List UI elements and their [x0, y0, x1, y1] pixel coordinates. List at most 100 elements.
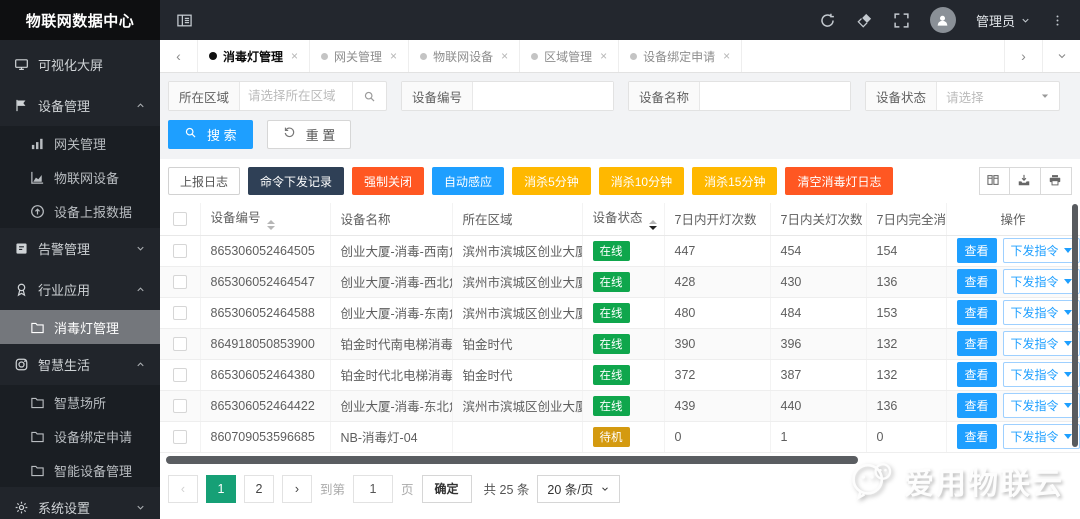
send-command-button[interactable]: 下发指令: [1002, 238, 1079, 263]
area-search-icon[interactable]: [352, 82, 386, 110]
horizontal-scrollbar-thumb[interactable]: [166, 455, 858, 464]
columns-tool-button[interactable]: [979, 167, 1010, 195]
sidebar-item-industry-app[interactable]: 行业应用: [0, 269, 160, 310]
sidebar-item-alarm-mgmt[interactable]: 告警管理: [0, 228, 160, 269]
kebab-icon[interactable]: [1051, 12, 1064, 29]
send-command-button[interactable]: 下发指令: [1002, 424, 1079, 449]
close-icon[interactable]: ×: [390, 49, 397, 63]
send-command-button[interactable]: 下发指令: [1002, 269, 1079, 294]
tab-uv-lamp-mgmt[interactable]: 消毒灯管理 ×: [198, 40, 311, 72]
user-menu[interactable]: 管理员: [976, 11, 1031, 30]
select-all-checkbox[interactable]: [172, 212, 187, 227]
send-command-button[interactable]: 下发指令: [1002, 393, 1079, 418]
clean-icon[interactable]: [856, 12, 873, 29]
sterilize-15min-button[interactable]: 消杀15分钟: [692, 167, 778, 195]
collapse-sidebar-icon[interactable]: [176, 12, 193, 29]
caret-down-icon: [1040, 91, 1050, 101]
send-command-button[interactable]: 下发指令: [1002, 362, 1079, 387]
sidebar-item-smart-place[interactable]: 智慧场所: [0, 385, 160, 419]
view-button[interactable]: 查看: [956, 269, 997, 294]
page-size-select[interactable]: 20 条/页: [537, 474, 621, 503]
cell-full-count: 153: [866, 297, 947, 329]
goto-page-input[interactable]: [353, 474, 394, 503]
sidebar-item-gateway-mgmt[interactable]: 网关管理: [0, 126, 160, 160]
tab-gateway-mgmt[interactable]: 网关管理 ×: [310, 40, 410, 72]
sort-icon[interactable]: [648, 220, 657, 231]
force-close-button[interactable]: 强制关闭: [352, 167, 425, 195]
sidebar-item-uv-lamp-mgmt[interactable]: 消毒灯管理: [0, 310, 160, 344]
tab-device-bind-apply[interactable]: 设备绑定申请 ×: [619, 40, 743, 72]
column-header-2: 所在区域: [452, 203, 583, 236]
view-button[interactable]: 查看: [956, 238, 997, 263]
tabs-scroll-left-icon[interactable]: ‹: [160, 40, 198, 72]
refresh-icon[interactable]: [819, 12, 836, 29]
view-button[interactable]: 查看: [956, 393, 997, 418]
cell-device-name: 铂金时代北电梯消毒灯: [330, 359, 453, 391]
view-button[interactable]: 查看: [956, 300, 997, 325]
report-log-button[interactable]: 上报日志: [168, 167, 241, 195]
close-icon[interactable]: ×: [723, 49, 730, 63]
vertical-scrollbar-thumb[interactable]: [1072, 204, 1078, 447]
sidebar-item-smart-device-mgmt[interactable]: 智能设备管理: [0, 453, 160, 487]
device-no-input[interactable]: [473, 82, 614, 110]
print-tool-button[interactable]: [1041, 167, 1072, 195]
search-button[interactable]: 搜 索: [168, 120, 253, 149]
view-button[interactable]: 查看: [956, 362, 997, 387]
tab-iot-device[interactable]: 物联网设备 ×: [409, 40, 521, 72]
device-name-input[interactable]: [700, 82, 851, 110]
search-button-label: 搜 索: [207, 128, 237, 143]
row-checkbox[interactable]: [172, 305, 187, 320]
goto-confirm-button[interactable]: 确定: [421, 474, 472, 503]
reset-button[interactable]: 重 置: [266, 120, 352, 149]
row-checkbox[interactable]: [172, 243, 187, 258]
auto-sense-button[interactable]: 自动感应: [432, 167, 505, 195]
sterilize-5min-button[interactable]: 消杀5分钟: [512, 167, 591, 195]
row-checkbox[interactable]: [172, 398, 187, 413]
export-tool-button[interactable]: [1010, 167, 1041, 195]
send-command-button[interactable]: 下发指令: [1002, 331, 1079, 356]
tab-area-mgmt[interactable]: 区域管理 ×: [520, 40, 620, 72]
next-page-button[interactable]: ›: [282, 474, 312, 503]
sidebar-item-device-mgmt[interactable]: 设备管理: [0, 85, 160, 126]
sidebar-item-device-report-data[interactable]: 设备上报数据: [0, 194, 160, 228]
select-all-checkbox-cell: [160, 203, 201, 236]
close-icon[interactable]: ×: [600, 49, 607, 63]
total-count-label: 共 25 条: [483, 483, 530, 497]
sidebar-item-system-settings[interactable]: 系统设置: [0, 487, 160, 519]
column-header-3[interactable]: 设备状态: [582, 203, 665, 236]
tabs-scroll-right-icon[interactable]: ›: [1004, 40, 1042, 72]
caret-down-icon: [1063, 403, 1072, 408]
sidebar-item-iot-device[interactable]: 物联网设备: [0, 160, 160, 194]
cell-on-count: 480: [664, 297, 771, 329]
fullscreen-icon[interactable]: [893, 12, 910, 29]
close-icon[interactable]: ×: [501, 49, 508, 63]
tabs-dropdown-icon[interactable]: [1042, 40, 1080, 72]
page-button-2[interactable]: 2: [244, 474, 274, 503]
view-button[interactable]: 查看: [956, 424, 997, 449]
sidebar-item-smart-life[interactable]: 智慧生活: [0, 344, 160, 385]
page-button-1[interactable]: 1: [206, 474, 236, 503]
sort-icon[interactable]: [266, 220, 275, 231]
chevron-down-icon: [135, 502, 146, 513]
column-header-0[interactable]: 设备编号: [200, 203, 331, 236]
send-command-button[interactable]: 下发指令: [1002, 300, 1079, 325]
user-avatar[interactable]: [929, 7, 956, 33]
column-label: 7日内完全消杀: [876, 213, 946, 228]
cell-area: 滨州市滨城区创业大厦: [452, 266, 583, 298]
view-button[interactable]: 查看: [956, 331, 997, 356]
cell-device-no: 860709053596685: [200, 421, 331, 453]
clear-lamp-log-button[interactable]: 清空消毒灯日志: [785, 167, 894, 195]
prev-page-button[interactable]: ‹: [168, 474, 198, 503]
sidebar-item-device-bind-apply[interactable]: 设备绑定申请: [0, 419, 160, 453]
sidebar-item-visual-screen[interactable]: 可视化大屏: [0, 44, 160, 85]
row-checkbox[interactable]: [172, 367, 187, 382]
caret-down-icon: [1063, 341, 1072, 346]
sterilize-10min-button[interactable]: 消杀10分钟: [598, 167, 685, 195]
row-checkbox[interactable]: [172, 274, 187, 289]
row-checkbox[interactable]: [172, 336, 187, 351]
row-checkbox[interactable]: [172, 429, 187, 444]
close-icon[interactable]: ×: [291, 49, 298, 63]
status-select[interactable]: 请选择: [937, 82, 1059, 110]
command-record-button[interactable]: 命令下发记录: [248, 167, 345, 195]
area-filter-input[interactable]: [240, 82, 353, 110]
